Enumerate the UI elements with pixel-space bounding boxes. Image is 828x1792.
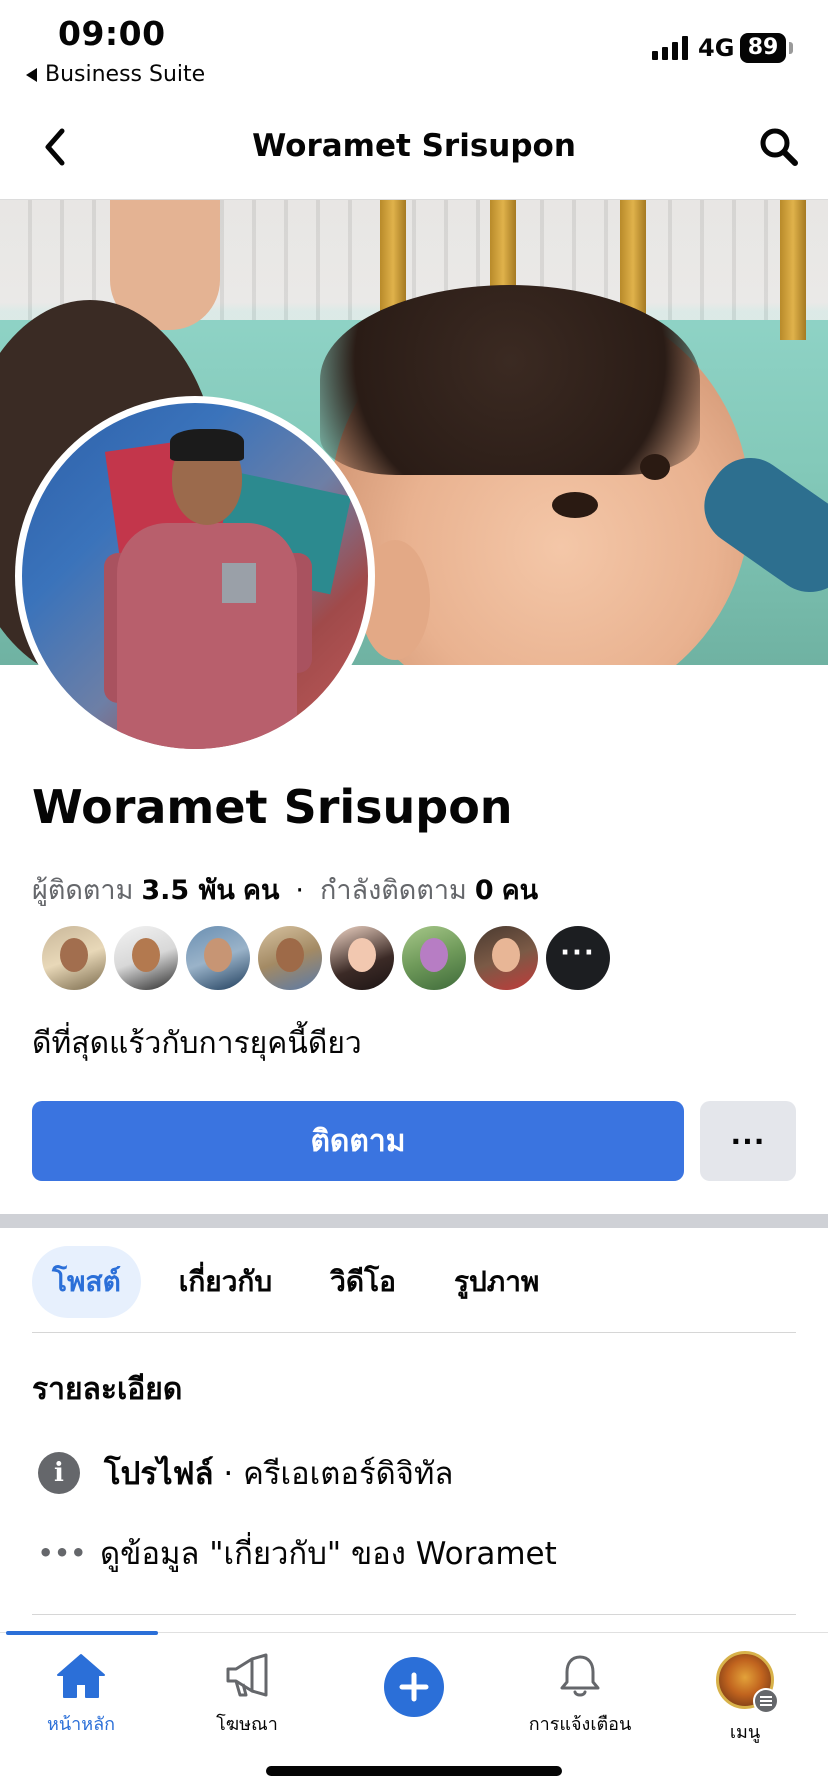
ellipsis-icon: ••• — [38, 1539, 88, 1567]
more-dots-icon: ··· — [560, 938, 596, 968]
follower-face — [132, 938, 160, 972]
tabbar-menu-label: เมนู — [729, 1722, 761, 1743]
back-triangle-icon — [26, 67, 37, 82]
more-options-button[interactable]: ··· — [700, 1101, 796, 1181]
tab-about[interactable]: เกี่ยวกับ — [159, 1246, 292, 1318]
cover-eye — [640, 454, 670, 480]
following-count[interactable]: 0 — [475, 875, 494, 906]
profile-category-text: โปรไฟล์ · ครีเอเตอร์ดิจิทัล — [104, 1448, 453, 1498]
followers-unit: คน — [242, 875, 280, 906]
see-about-link[interactable]: ดูข้อมูล "เกี่ยวกับ" ของ Woramet — [100, 1528, 557, 1578]
tab-videos[interactable]: วิดีโอ — [310, 1246, 416, 1318]
search-icon — [760, 128, 798, 166]
content-divider — [32, 1614, 796, 1615]
cover-eye — [552, 492, 598, 518]
megaphone-icon — [226, 1653, 268, 1697]
battery-tip — [789, 42, 793, 54]
avatar-shirt — [117, 523, 297, 749]
profile-tabs: โพสต์ เกี่ยวกับ วิดีโอ รูปภาพ — [32, 1246, 577, 1318]
profile-name: Woramet Srisupon — [32, 780, 513, 834]
back-app-label: Business Suite — [45, 62, 206, 87]
follower-avatar[interactable] — [474, 926, 538, 990]
follower-avatar[interactable] — [330, 926, 394, 990]
home-icon — [57, 1654, 105, 1698]
tabbar-menu[interactable]: เมนู — [670, 1651, 820, 1746]
following-unit: คน — [501, 875, 539, 906]
bell-icon — [560, 1655, 600, 1697]
follower-avatar[interactable] — [258, 926, 322, 990]
search-button[interactable] — [754, 122, 804, 172]
menu-badge-icon — [753, 1688, 779, 1714]
follow-button[interactable]: ติดตาม — [32, 1101, 684, 1181]
follower-face — [492, 938, 520, 972]
follower-face — [420, 938, 448, 972]
tabbar-home[interactable]: หน้าหลัก — [6, 1651, 156, 1738]
stats-separator: · — [295, 875, 305, 906]
page-title: Woramet Srisupon — [252, 128, 576, 164]
plus-glyph — [399, 1672, 429, 1702]
tabbar-ads[interactable]: โฆษณา — [172, 1651, 322, 1738]
profile-photo — [22, 403, 368, 749]
signal-icon — [652, 36, 688, 60]
avatar-hair — [170, 429, 244, 461]
see-about-row[interactable]: ••• ดูข้อมูล "เกี่ยวกับ" ของ Woramet — [38, 1528, 557, 1578]
follower-avatar[interactable] — [114, 926, 178, 990]
battery-icon: 89 — [740, 33, 786, 63]
follower-avatars: ··· — [42, 926, 610, 990]
follower-face — [204, 938, 232, 972]
info-icon: i — [38, 1452, 80, 1494]
tab-posts[interactable]: โพสต์ — [32, 1246, 141, 1318]
tabbar-ads-label: โฆษณา — [216, 1714, 278, 1735]
clock: 09:00 — [58, 14, 166, 53]
tabbar-notifications[interactable]: การแจ้งเตือน — [505, 1651, 655, 1738]
profile-bio: ดีที่สุดแร้วกับการยุคนี้ดียว — [32, 1026, 362, 1061]
cover-baby-hair — [320, 285, 700, 475]
tabbar-create[interactable] — [339, 1651, 489, 1717]
details-heading: รายละเอียด — [32, 1372, 183, 1407]
tabbar-home-label: หน้าหลัก — [46, 1714, 116, 1735]
followers-count[interactable]: 3.5 พัน — [141, 868, 235, 911]
avatar-pocket — [222, 563, 256, 603]
network-type: 4G — [698, 34, 735, 62]
follower-avatar[interactable] — [402, 926, 466, 990]
nav-bar: Woramet Srisupon — [0, 96, 828, 200]
tab-photos[interactable]: รูปภาพ — [434, 1246, 559, 1318]
menu-avatar-icon — [716, 1651, 779, 1714]
follower-avatar[interactable] — [186, 926, 250, 990]
follow-stats: ผู้ติดตาม 3.5 พัน คน · กำลังติดตาม 0 คน — [32, 868, 538, 911]
follower-face — [276, 938, 304, 972]
tabs-divider — [32, 1332, 796, 1333]
following-label: กำลังติดตาม — [320, 875, 467, 906]
status-bar: 09:00 Business Suite 4G 89 — [0, 0, 828, 96]
profile-type-label: โปรไฟล์ — [104, 1456, 214, 1492]
plus-icon — [384, 1657, 444, 1717]
active-tab-indicator — [6, 1631, 158, 1635]
profile-category-row: i โปรไฟล์ · ครีเอเตอร์ดิจิทัล — [38, 1448, 453, 1498]
follower-face — [60, 938, 88, 972]
follower-face — [348, 938, 376, 972]
more-followers-button[interactable]: ··· — [546, 926, 610, 990]
cover-bamboo — [780, 200, 806, 340]
back-to-app-link[interactable]: Business Suite — [26, 62, 205, 87]
profile-category: ครีเอเตอร์ดิจิทัล — [243, 1456, 454, 1492]
profile-avatar[interactable] — [15, 396, 375, 756]
follower-avatar[interactable] — [42, 926, 106, 990]
category-separator: · — [213, 1456, 244, 1492]
followers-label: ผู้ติดตาม — [32, 875, 134, 906]
home-indicator — [266, 1766, 562, 1776]
section-divider — [0, 1214, 828, 1228]
tabbar-notifications-label: การแจ้งเตือน — [528, 1714, 632, 1735]
